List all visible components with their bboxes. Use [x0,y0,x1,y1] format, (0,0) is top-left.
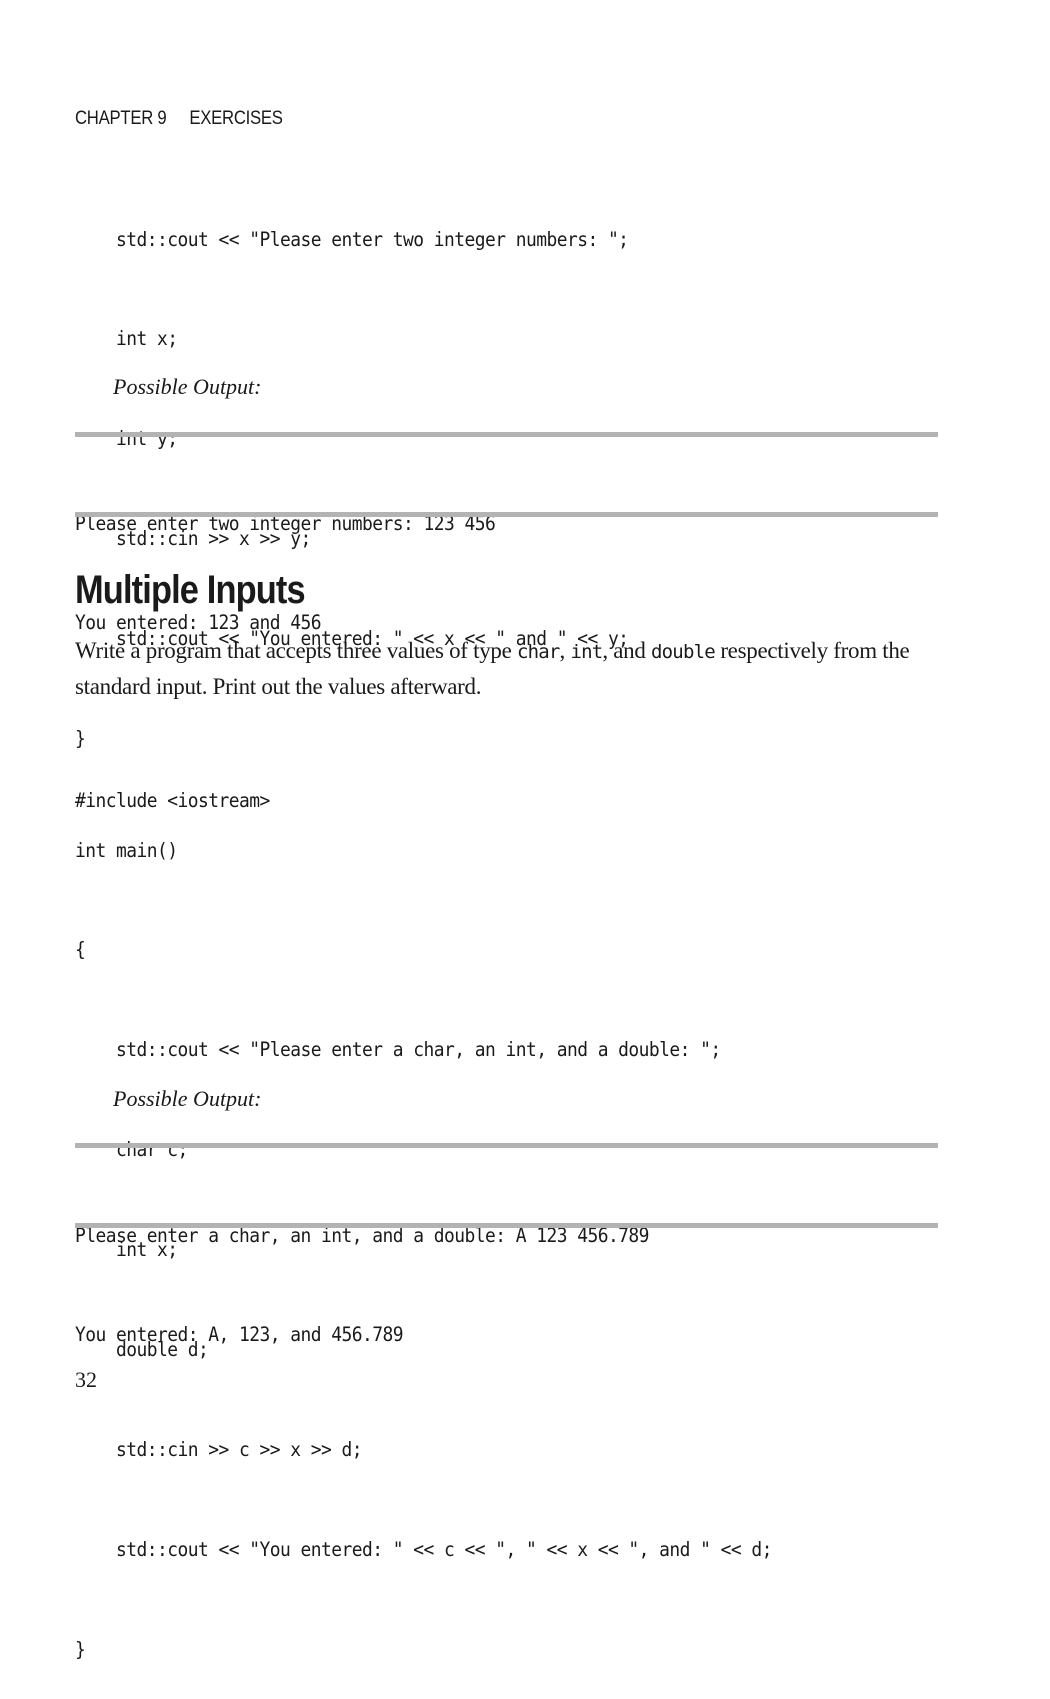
possible-output-caption: Possible Output: [113,1086,262,1111]
inline-code: int [570,641,603,663]
para-text: , and [602,638,652,663]
output-rule-bottom [75,1223,938,1228]
code-line: std::cout << "Please enter two integer n… [75,227,629,251]
code-line: std::cout << "You entered: " << c << ", … [75,1537,772,1561]
output-rule-top [75,1143,938,1148]
para-text: Write a program that accepts three value… [75,638,517,663]
output-rule-top [75,432,938,437]
chapter-label: CHAPTER 9 [75,108,167,129]
code-line: std::cin >> c >> x >> d; [75,1437,363,1461]
output-rule-bottom [75,512,938,517]
inline-code: char [516,641,560,663]
code-line: int main() [75,838,178,862]
para-text: , [559,638,571,663]
output-line: You entered: A, 123, and 456.789 [75,1323,404,1347]
output-block-2: Please enter a char, an int, and a doubl… [75,1152,649,1385]
possible-output-caption: Possible Output: [113,374,262,399]
exercise-paragraph: Write a program that accepts three value… [75,634,955,703]
code-line: { [75,938,86,962]
inline-code: double [651,641,716,663]
section-label: EXERCISES [189,108,283,129]
code-line: int x; [75,327,178,351]
running-head: CHAPTER 9 EXERCISES [75,108,306,130]
section-heading: Multiple Inputs [75,568,306,612]
page-number: 32 [75,1367,97,1392]
code-line: std::cout << "Please enter a char, an in… [75,1038,721,1062]
code-line: } [75,1637,86,1661]
